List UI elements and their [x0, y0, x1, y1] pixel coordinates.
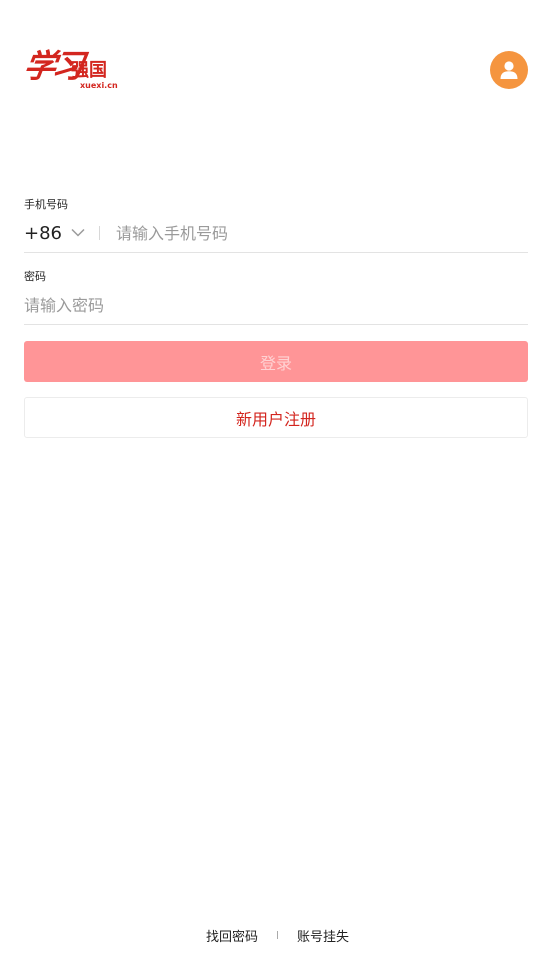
register-button[interactable]: 新用户注册 — [24, 397, 528, 438]
find-password-link[interactable]: 找回密码 — [206, 926, 258, 945]
user-avatar-button[interactable] — [490, 51, 528, 89]
app-logo: 学习 强国 xuexi.cn — [21, 46, 124, 94]
footer-separator — [277, 931, 278, 939]
phone-label: 手机号码 — [24, 198, 68, 211]
country-code-selector[interactable]: +86 — [24, 223, 85, 244]
country-code-value: +86 — [24, 222, 62, 244]
password-input[interactable] — [24, 295, 528, 315]
login-button[interactable]: 登录 — [24, 341, 528, 382]
footer-links: 找回密码 账号挂失 — [0, 925, 555, 945]
phone-field-row: +86 — [24, 214, 528, 253]
chevron-down-icon — [71, 228, 85, 237]
logo-domain: xuexi.cn — [80, 81, 118, 90]
password-field-row — [24, 286, 528, 325]
logo-block-text: 强国 — [71, 60, 107, 81]
phone-input[interactable] — [116, 223, 528, 243]
user-icon — [500, 61, 518, 79]
field-divider — [99, 226, 100, 240]
report-lost-link[interactable]: 账号挂失 — [297, 926, 349, 945]
password-label: 密码 — [24, 270, 46, 283]
